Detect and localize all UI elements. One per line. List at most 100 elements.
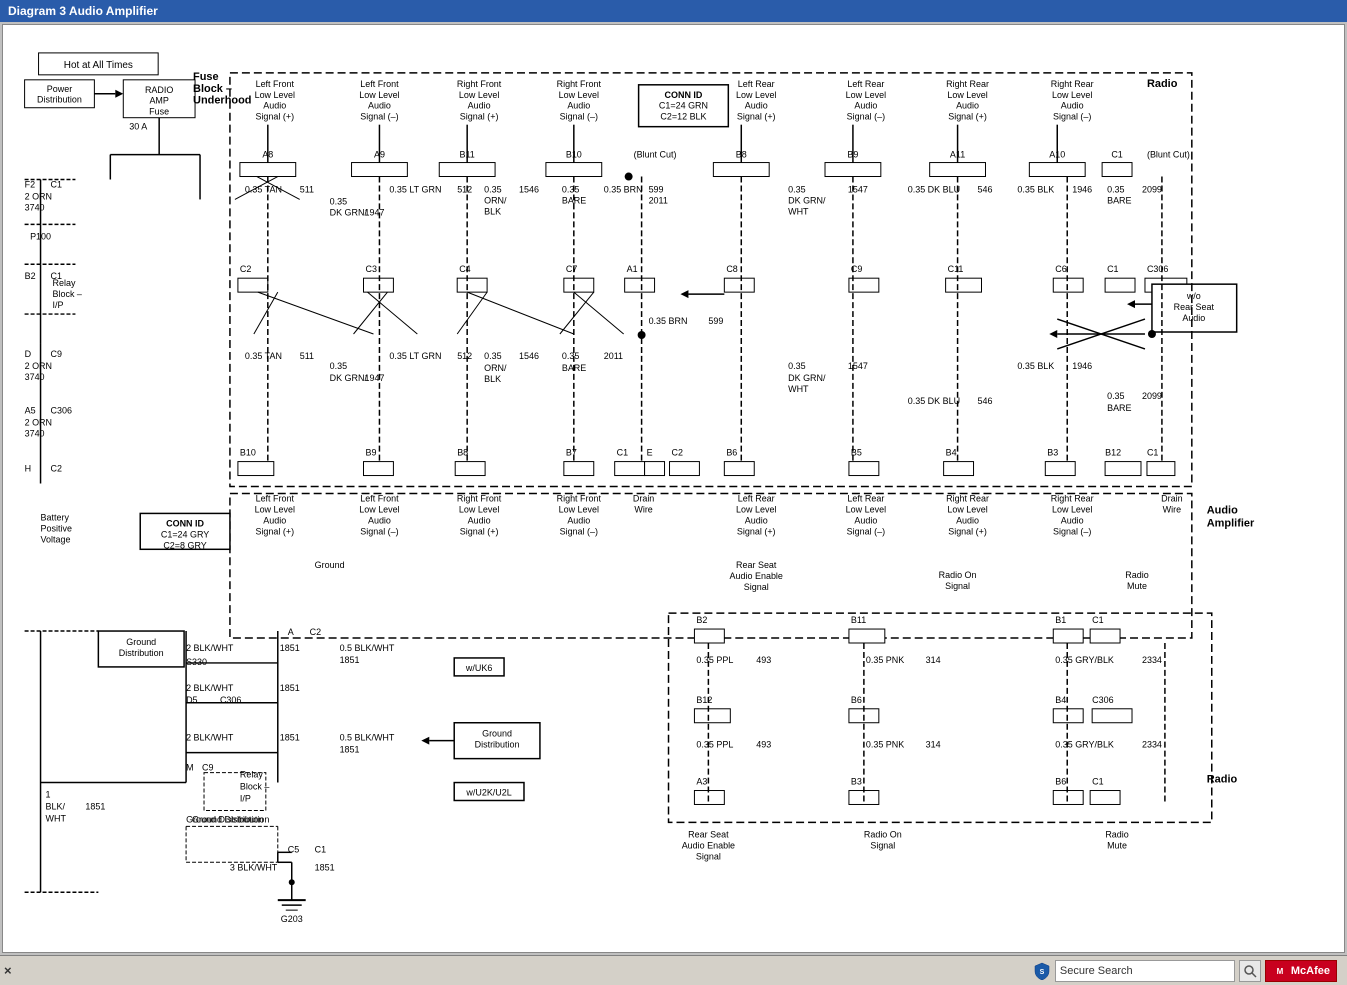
window-title: Diagram 3 Audio Amplifier (8, 4, 158, 18)
svg-text:546: 546 (978, 396, 993, 406)
svg-text:Audio: Audio (854, 515, 877, 525)
svg-text:1946: 1946 (1072, 361, 1092, 371)
wiring-diagram-svg: Hot at All Times Power Distribution RADI… (3, 25, 1344, 952)
svg-text:Signal (+): Signal (+) (255, 112, 294, 122)
svg-text:2 BLK/WHT: 2 BLK/WHT (186, 733, 234, 743)
svg-text:C9: C9 (202, 763, 213, 773)
svg-text:C4: C4 (459, 264, 470, 274)
diagram-area: Hot at All Times Power Distribution RADI… (2, 24, 1345, 953)
svg-text:Fuse: Fuse (193, 71, 219, 83)
svg-text:C2: C2 (51, 464, 62, 474)
svg-text:WHT: WHT (788, 384, 809, 394)
taskbar-right: S Secure Search M McAfee (1027, 956, 1343, 985)
svg-text:A3: A3 (696, 777, 707, 787)
svg-text:C306: C306 (1092, 695, 1113, 705)
svg-text:B3: B3 (1047, 448, 1058, 458)
svg-text:Signal (+): Signal (+) (255, 526, 294, 536)
svg-text:1947: 1947 (365, 373, 385, 383)
svg-text:Low Level: Low Level (947, 504, 987, 514)
svg-text:Signal (–): Signal (–) (1053, 526, 1091, 536)
svg-text:C1: C1 (315, 844, 326, 854)
svg-text:B6: B6 (851, 695, 862, 705)
svg-text:C3: C3 (365, 264, 376, 274)
svg-text:Low Level: Low Level (359, 90, 399, 100)
mcafee-button[interactable]: M McAfee (1265, 960, 1337, 982)
svg-text:Radio: Radio (1207, 774, 1238, 786)
svg-text:C1: C1 (617, 448, 628, 458)
svg-text:0.35: 0.35 (788, 184, 805, 194)
svg-text:BLK: BLK (484, 374, 501, 384)
svg-text:Signal (+): Signal (+) (948, 526, 987, 536)
svg-text:Low Level: Low Level (359, 504, 399, 514)
svg-text:BLK/: BLK/ (46, 801, 66, 811)
svg-text:0.35: 0.35 (562, 184, 579, 194)
svg-text:493: 493 (756, 740, 771, 750)
svg-text:Low Level: Low Level (559, 90, 599, 100)
svg-text:Audio: Audio (1061, 101, 1084, 111)
svg-text:0.35 TAN: 0.35 TAN (245, 351, 282, 361)
svg-text:M: M (186, 763, 193, 773)
svg-text:C11: C11 (948, 264, 964, 274)
svg-text:30 A: 30 A (129, 122, 147, 132)
svg-text:B6: B6 (1055, 777, 1066, 787)
svg-text:Power: Power (47, 84, 72, 94)
close-button[interactable]: × (4, 963, 12, 978)
svg-text:B9: B9 (365, 448, 376, 458)
svg-text:2334: 2334 (1142, 655, 1162, 665)
svg-text:C9: C9 (51, 349, 62, 359)
svg-text:Hot at All Times: Hot at All Times (64, 60, 133, 71)
svg-text:Distribution: Distribution (37, 95, 82, 105)
svg-text:Signal: Signal (696, 851, 721, 861)
svg-text:S330: S330 (186, 657, 207, 667)
svg-text:Right Rear: Right Rear (946, 79, 989, 89)
svg-text:1946: 1946 (1072, 184, 1092, 194)
svg-text:C306: C306 (1147, 264, 1168, 274)
svg-text:Audio: Audio (1182, 313, 1205, 323)
svg-text:M: M (1277, 967, 1284, 976)
svg-text:ORN/: ORN/ (484, 363, 507, 373)
svg-text:Ground: Ground (126, 637, 156, 647)
svg-text:2099: 2099 (1142, 391, 1162, 401)
svg-text:Signal (+): Signal (+) (948, 112, 987, 122)
svg-text:0.35: 0.35 (330, 361, 347, 371)
svg-text:Signal (–): Signal (–) (560, 526, 598, 536)
svg-text:Audio: Audio (468, 101, 491, 111)
svg-text:Audio Enable: Audio Enable (730, 571, 783, 581)
svg-text:0.35 PNK: 0.35 PNK (866, 655, 904, 665)
search-button[interactable] (1239, 960, 1261, 982)
svg-text:Left Front: Left Front (256, 493, 295, 503)
svg-text:Signal: Signal (870, 840, 895, 850)
svg-text:Right Front: Right Front (457, 79, 502, 89)
svg-text:C1: C1 (1147, 448, 1158, 458)
taskbar-left: × (4, 963, 12, 978)
svg-text:(Blunt Cut): (Blunt Cut) (634, 150, 677, 160)
svg-text:Low Level: Low Level (736, 504, 776, 514)
svg-text:BARE: BARE (1107, 195, 1131, 205)
svg-text:I/P: I/P (240, 793, 251, 803)
svg-text:0.35 LT GRN: 0.35 LT GRN (389, 184, 441, 194)
svg-text:WHT: WHT (788, 206, 809, 216)
svg-text:0.35 PNK: 0.35 PNK (866, 740, 904, 750)
svg-text:Signal (+): Signal (+) (737, 112, 776, 122)
svg-text:1947: 1947 (365, 207, 385, 217)
svg-text:Ground Distribution: Ground Distribution (186, 814, 263, 824)
svg-text:Low Level: Low Level (1052, 90, 1092, 100)
svg-text:1851: 1851 (280, 733, 300, 743)
svg-text:Audio: Audio (1207, 504, 1238, 516)
svg-text:B11: B11 (851, 615, 866, 625)
svg-text:Left Rear: Left Rear (738, 79, 775, 89)
svg-text:E: E (647, 448, 653, 458)
svg-text:Rear Seat: Rear Seat (1174, 302, 1215, 312)
svg-text:Right Front: Right Front (557, 493, 602, 503)
svg-text:Signal (+): Signal (+) (737, 526, 776, 536)
svg-text:1851: 1851 (340, 745, 360, 755)
svg-text:Right Front: Right Front (557, 79, 602, 89)
svg-text:Left Front: Left Front (256, 79, 295, 89)
svg-text:Right Front: Right Front (457, 493, 502, 503)
svg-text:493: 493 (756, 655, 771, 665)
svg-text:S: S (1040, 969, 1045, 976)
svg-text:512: 512 (457, 184, 472, 194)
svg-text:Rear Seat: Rear Seat (688, 829, 729, 839)
svg-text:A5: A5 (25, 406, 36, 416)
svg-text:C2=8 GRY: C2=8 GRY (163, 540, 206, 550)
